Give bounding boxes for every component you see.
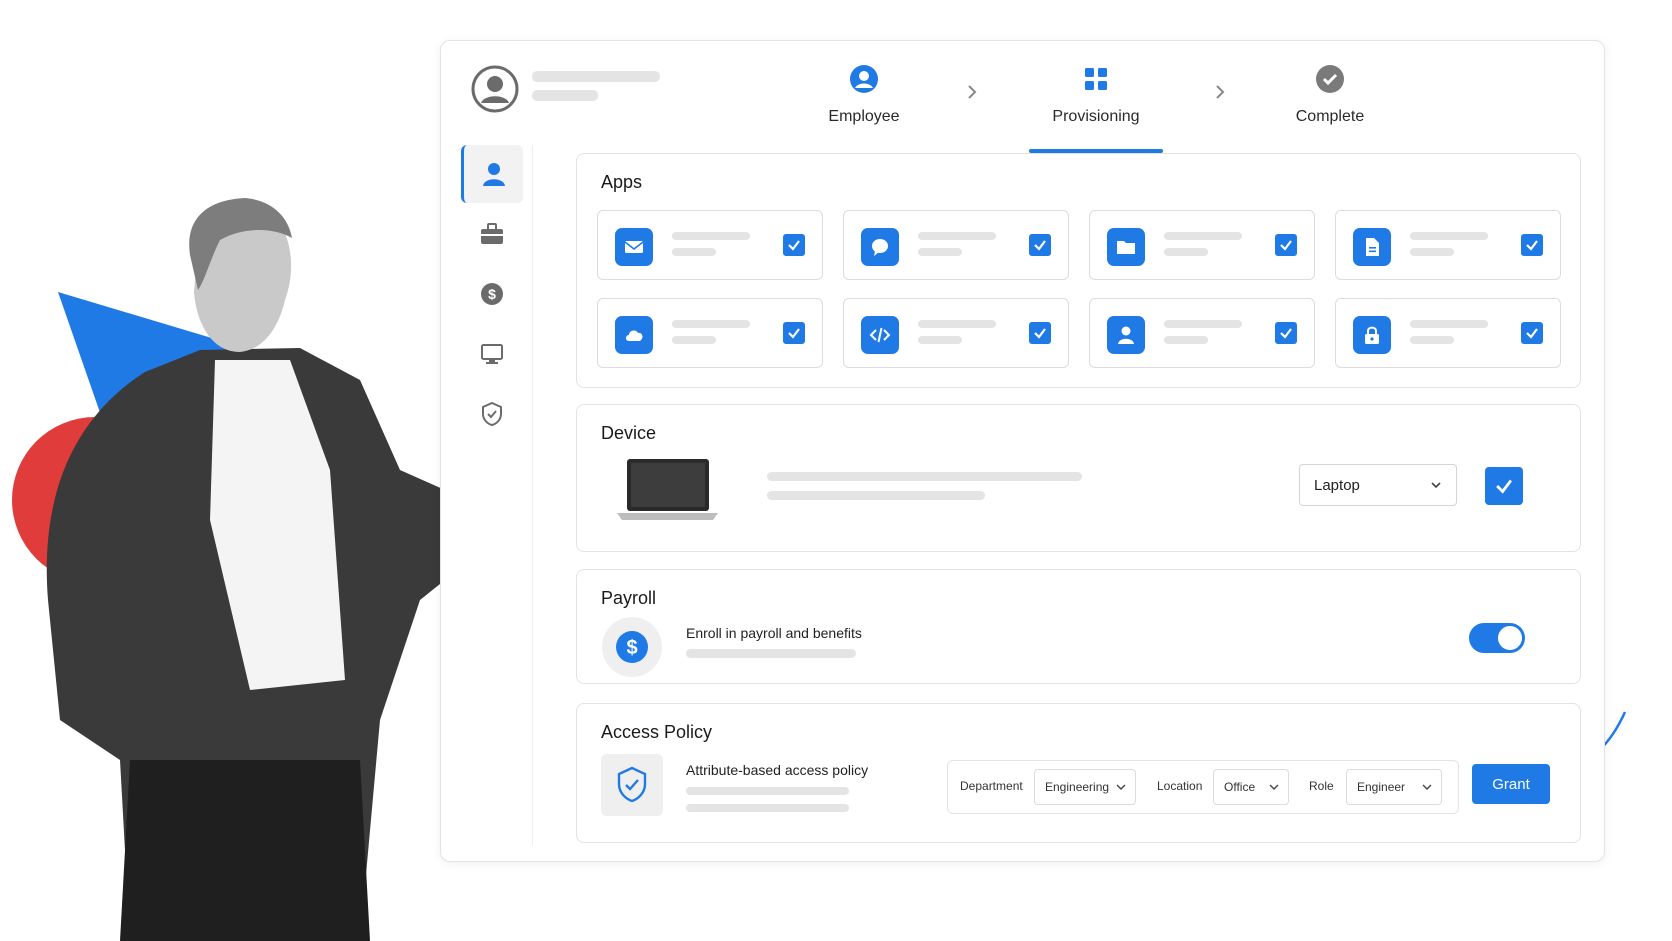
sidebar-item-device[interactable] (461, 325, 523, 383)
device-select[interactable]: Laptop (1299, 464, 1457, 506)
department-value: Engineering (1045, 780, 1110, 794)
app-tile-document[interactable] (1335, 210, 1561, 280)
section-title: Access Policy (601, 722, 713, 742)
lock-icon (1353, 316, 1391, 354)
access-policy-section: Access Policy Attribute-based access pol… (576, 703, 1581, 843)
cloud-icon (615, 316, 653, 354)
policy-attributes: Department Engineering Location Office R… (947, 760, 1459, 814)
app-checkbox[interactable] (783, 322, 805, 344)
document-icon (1353, 228, 1391, 266)
location-value: Office (1224, 780, 1256, 794)
briefcase-icon (481, 223, 503, 244)
toggle-knob (1498, 626, 1522, 650)
app-checkbox[interactable] (1275, 322, 1297, 344)
apps-section: Apps (576, 153, 1581, 388)
step-label: Provisioning (1052, 108, 1140, 125)
user-icon (482, 163, 505, 186)
app-checkbox[interactable] (1521, 322, 1543, 344)
section-title: Device (601, 423, 657, 443)
step-employee[interactable]: Employee (794, 63, 934, 126)
app-tile-cloud[interactable] (597, 298, 823, 368)
location-label: Location (1157, 779, 1203, 793)
person-circle-icon (850, 65, 878, 93)
monitor-icon (481, 344, 503, 364)
role-value: Engineer (1357, 780, 1406, 794)
department-label: Department (960, 779, 1023, 793)
sidebar: $ (461, 145, 533, 845)
chevron-down-icon (1269, 784, 1279, 790)
role-select[interactable]: Engineer (1346, 769, 1442, 805)
chat-bubble-icon (861, 228, 899, 266)
chevron-right-icon (968, 85, 977, 99)
dollar-icon: $ (481, 283, 503, 305)
app-tile-folder[interactable] (1089, 210, 1315, 280)
policy-description: Attribute-based access policy (686, 762, 869, 778)
stage: Employee Provisioning Complete $ Apps De… (0, 0, 1672, 941)
device-select-value: Laptop (1314, 476, 1360, 494)
role-label: Role (1309, 779, 1334, 793)
app-checkbox[interactable] (1275, 234, 1297, 256)
sidebar-item-user[interactable] (461, 145, 523, 203)
device-section: Device Laptop (576, 404, 1581, 552)
app-checkbox[interactable] (1029, 322, 1051, 344)
shield-check-icon (601, 754, 663, 816)
step-complete[interactable]: Complete (1260, 63, 1400, 126)
code-icon (861, 316, 899, 354)
app-checkbox[interactable] (1521, 234, 1543, 256)
app-tile-user[interactable] (1089, 298, 1315, 368)
laptop-image (617, 459, 718, 520)
step-label: Complete (1295, 108, 1365, 125)
mail-icon (615, 228, 653, 266)
app-tile-chat[interactable] (843, 210, 1069, 280)
app-checkbox[interactable] (1029, 234, 1051, 256)
user-avatar-icon[interactable] (471, 65, 519, 113)
location-select[interactable]: Office (1213, 769, 1289, 805)
app-tile-mail[interactable] (597, 210, 823, 280)
step-label: Employee (828, 108, 900, 125)
sidebar-item-security[interactable] (461, 385, 523, 443)
app-tile-lock[interactable] (1335, 298, 1561, 368)
chevron-right-icon (1216, 85, 1225, 99)
chevron-down-icon (1431, 482, 1441, 489)
payroll-toggle[interactable] (1469, 623, 1525, 653)
sidebar-item-payroll[interactable]: $ (461, 265, 523, 323)
provisioning-card: Employee Provisioning Complete $ Apps De… (440, 40, 1605, 862)
role-placeholder (532, 90, 598, 101)
svg-text:$: $ (626, 637, 637, 659)
payroll-section: Payroll $ Enroll in payroll and benefits (576, 569, 1581, 684)
payroll-description: Enroll in payroll and benefits (686, 625, 862, 641)
check-circle-icon (1316, 65, 1344, 93)
sidebar-item-briefcase[interactable] (461, 205, 523, 263)
section-title: Apps (601, 172, 643, 192)
section-title: Payroll (601, 588, 657, 608)
app-tile-code[interactable] (843, 298, 1069, 368)
user-icon (1107, 316, 1145, 354)
step-provisioning[interactable]: Provisioning (1026, 63, 1166, 126)
folder-icon (1107, 228, 1145, 266)
chevron-down-icon (1116, 784, 1126, 790)
grid-icon (1085, 68, 1107, 90)
shield-check-icon (482, 401, 502, 427)
svg-text:$: $ (488, 286, 496, 302)
department-select[interactable]: Engineering (1034, 769, 1136, 805)
dollar-badge-icon: $ (602, 617, 662, 677)
name-placeholder (532, 71, 660, 82)
device-checkbox[interactable] (1485, 467, 1523, 505)
app-checkbox[interactable] (783, 234, 805, 256)
grant-button[interactable]: Grant (1472, 764, 1550, 804)
chevron-down-icon (1422, 784, 1432, 790)
